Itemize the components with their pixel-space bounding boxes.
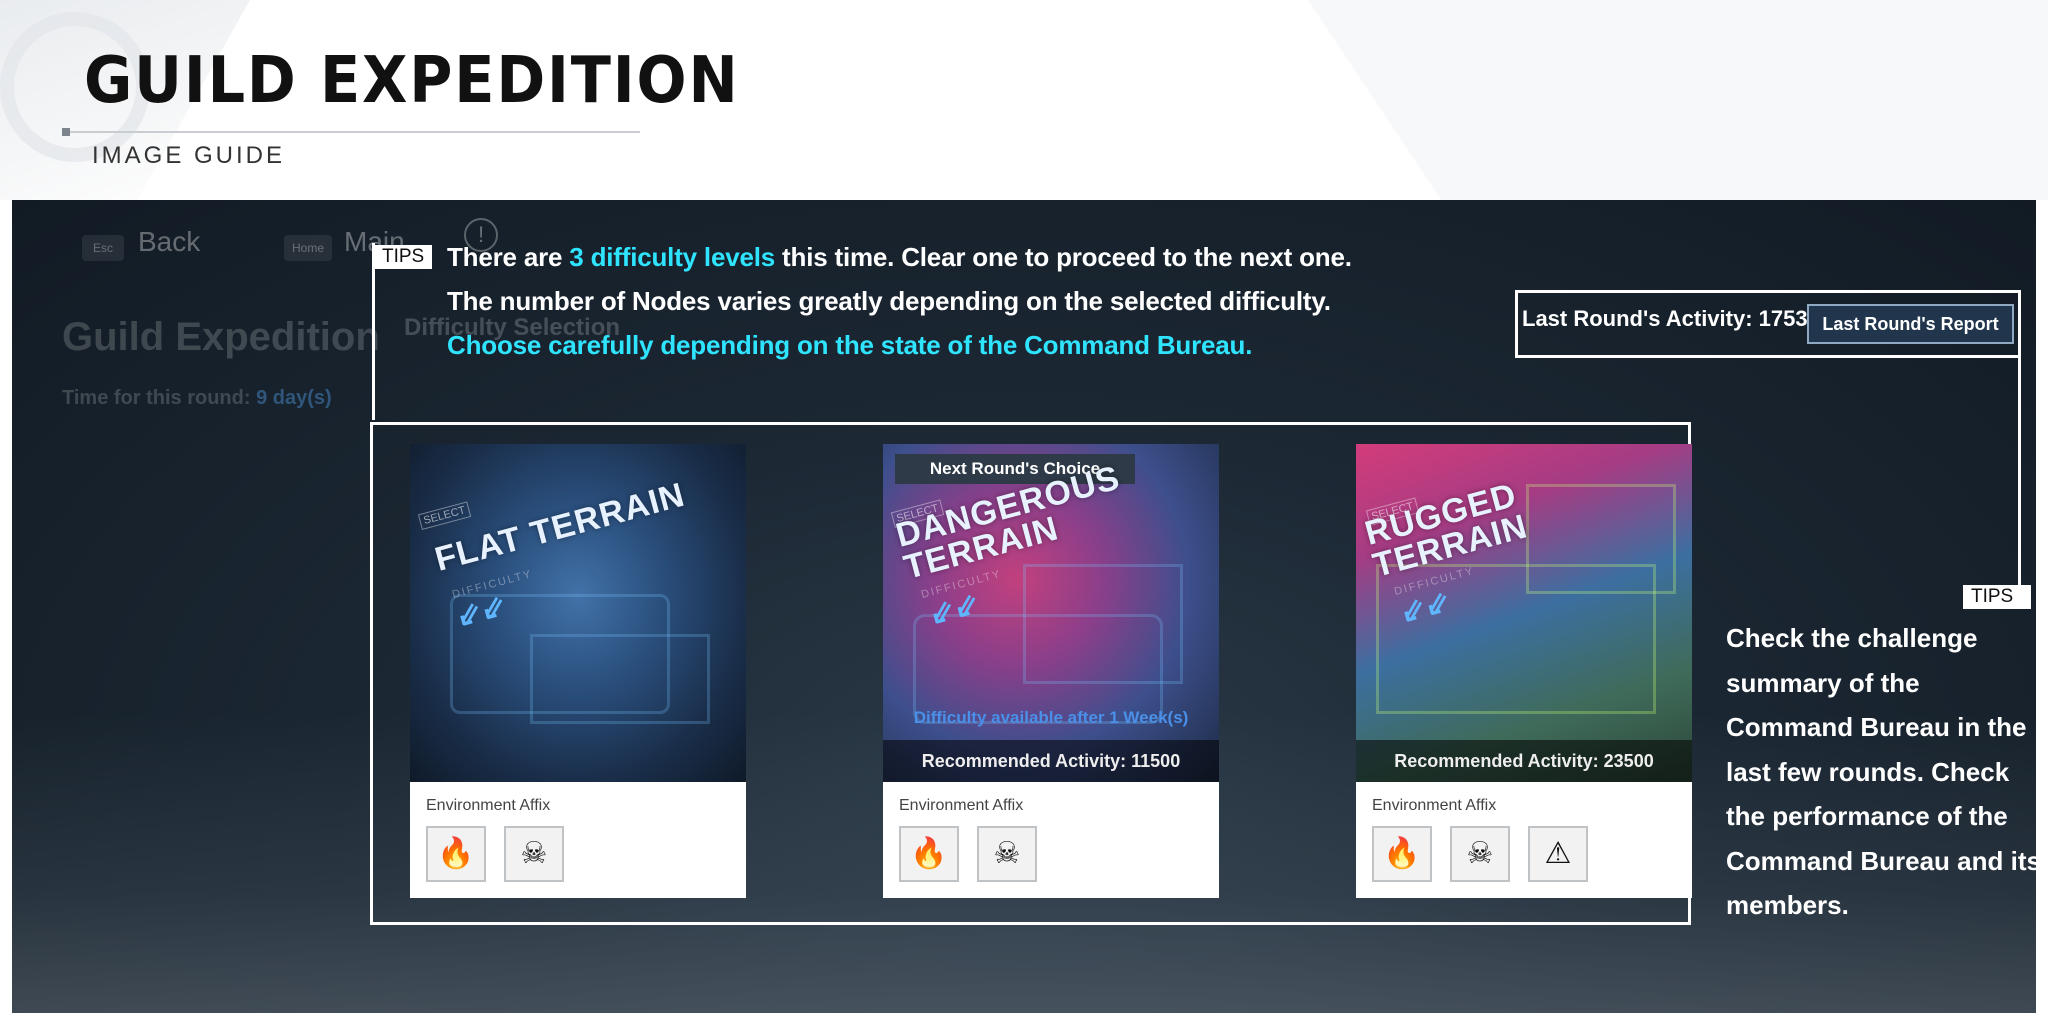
env-affix-label: Environment Affix	[1372, 797, 1497, 814]
beast-icon[interactable]: ☠	[1450, 826, 1510, 882]
beast-icon[interactable]: ☠	[504, 826, 564, 882]
last-round-activity: Last Round's Activity: 1753	[1522, 306, 1808, 331]
tips-tag-2: TIPS	[1963, 585, 2031, 609]
round-time-value: 9 day(s)	[256, 387, 332, 409]
card-affix-panel: Environment Affix 🔥 ☠	[883, 782, 1219, 898]
round-time: Time for this round: 9 day(s)	[62, 387, 332, 410]
card-affix-panel: Environment Affix 🔥 ☠	[410, 782, 746, 898]
fire-icon[interactable]: 🔥	[426, 826, 486, 882]
env-affix-label: Environment Affix	[899, 797, 1024, 814]
game-screenshot: Esc Back Home Main ! Guild Expedition Ti…	[12, 200, 2036, 1013]
guide-header: GUILD EXPEDITION IMAGE GUIDE	[0, 0, 2048, 200]
recommended-activity: Recommended Activity: 11500	[883, 740, 1219, 782]
tip-line-2: The number of Nodes varies greatly depen…	[447, 286, 1331, 316]
fire-icon[interactable]: 🔥	[1372, 826, 1432, 882]
skull-warning-icon[interactable]: ⚠	[1528, 826, 1588, 882]
tip-line-1-highlight: 3 difficulty levels	[569, 242, 776, 272]
tip-line-3: Choose carefully depending on the state …	[447, 330, 1253, 360]
header-shade-right	[1308, 0, 2048, 200]
difficulty-card-flat[interactable]: SELECT FLAT TERRAIN DIFFICULTY ⇙⇙ Enviro…	[410, 444, 746, 898]
recommended-activity: Recommended Activity: 23500	[1356, 740, 1692, 782]
terrain-name: FLAT TERRAIN	[430, 475, 689, 579]
page-title: GUILD EXPEDITION	[84, 44, 740, 118]
tip-bracket	[372, 243, 392, 420]
circuit-decor	[1023, 564, 1183, 684]
tip-line-1-post: this time. Clear one to proceed to the n…	[775, 242, 1352, 272]
tip-side-text: Check the challenge summary of the Comma…	[1726, 623, 2036, 920]
screen-title: Guild Expedition	[62, 315, 380, 359]
title-divider	[64, 131, 640, 133]
difficulty-availability: Difficulty available after 1 Week(s)	[913, 708, 1189, 727]
back-button[interactable]: Back	[138, 226, 200, 258]
tip-connector-line	[2018, 358, 2021, 608]
esc-key-hint: Esc	[82, 235, 124, 261]
fire-icon[interactable]: 🔥	[899, 826, 959, 882]
tips-tag: TIPS	[374, 245, 433, 269]
difficulty-card-rugged[interactable]: SELECT RUGGED TERRAIN DIFFICULTY ⇙⇙ Reco…	[1356, 444, 1692, 898]
env-affix-label: Environment Affix	[426, 797, 551, 814]
circuit-decor	[1526, 484, 1676, 594]
beast-icon[interactable]: ☠	[977, 826, 1037, 882]
page-subtitle: IMAGE GUIDE	[92, 142, 286, 169]
card-affix-panel: Environment Affix 🔥 ☠ ⚠	[1356, 782, 1692, 898]
card-art: SELECT RUGGED TERRAIN DIFFICULTY ⇙⇙ Reco…	[1356, 444, 1692, 782]
round-time-label: Time for this round:	[62, 387, 251, 409]
select-tag: SELECT	[417, 501, 472, 530]
tip-line-1: There are 3 difficulty levels this time.…	[447, 242, 1352, 273]
difficulty-card-dangerous[interactable]: Next Round's Choice SELECT DANGEROUS TER…	[883, 444, 1219, 898]
last-round-report-button[interactable]: Last Round's Report	[1807, 304, 2014, 344]
home-key-hint: Home	[284, 235, 332, 261]
card-art: SELECT FLAT TERRAIN DIFFICULTY ⇙⇙	[410, 444, 746, 782]
card-art: Next Round's Choice SELECT DANGEROUS TER…	[883, 444, 1219, 782]
tip-line-1-pre: There are	[447, 242, 570, 272]
circuit-decor	[530, 634, 710, 724]
title-divider-dot	[62, 128, 70, 136]
